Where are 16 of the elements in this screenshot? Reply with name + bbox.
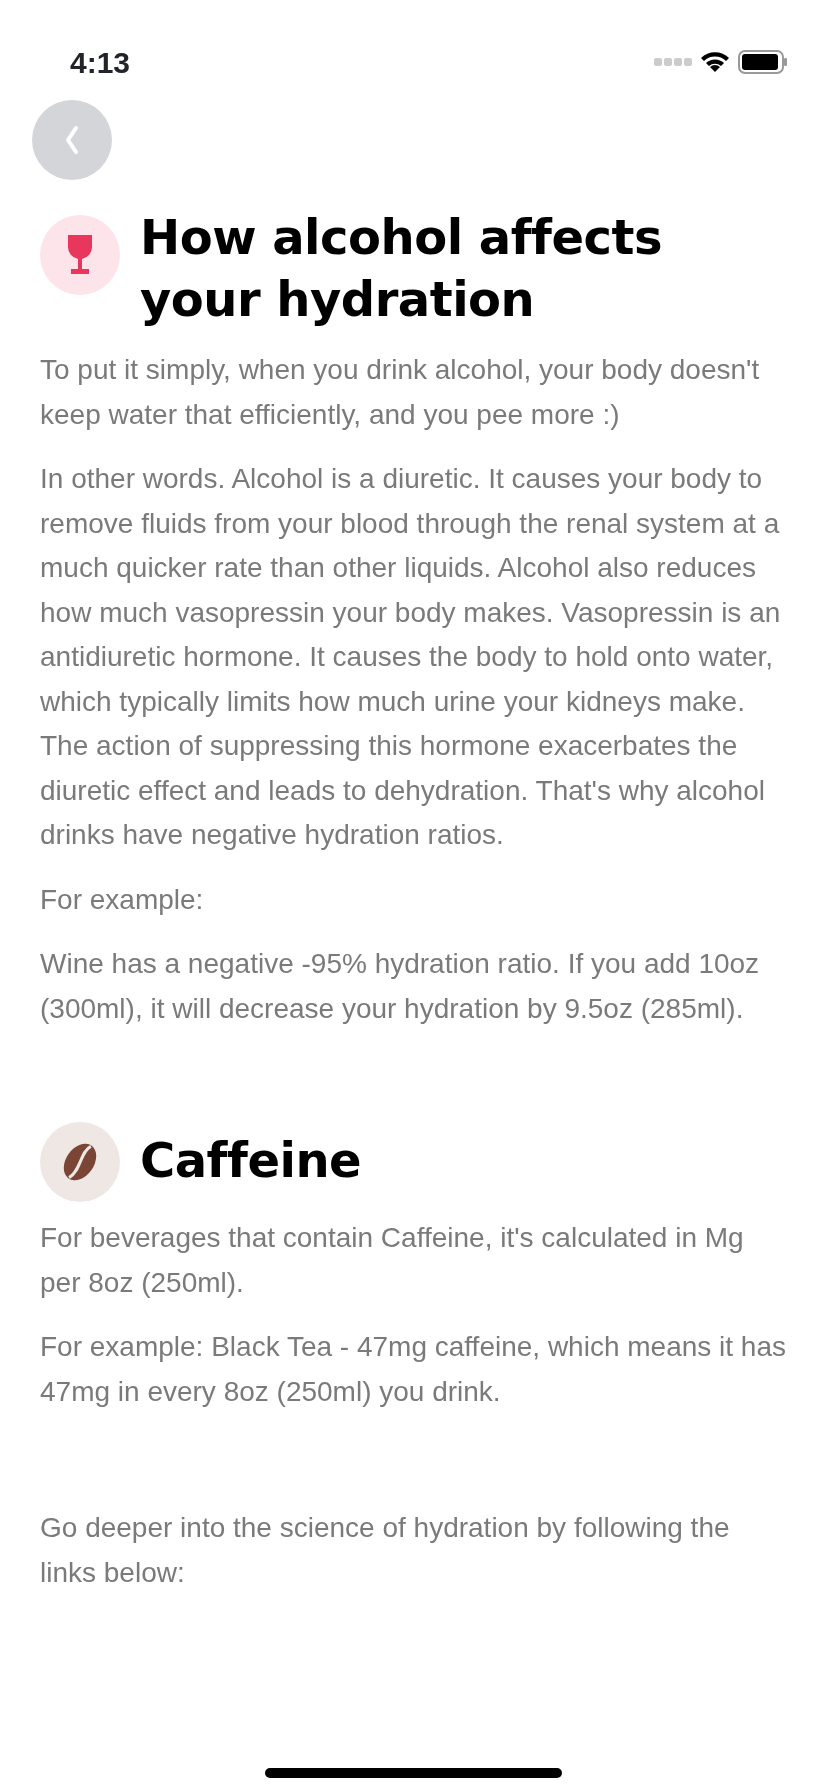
status-time: 4:13	[70, 44, 131, 81]
body-paragraph: For example: Black Tea - 47mg caffeine, which means it has 47mg in every 8oz (250ml) you drink.	[40, 1330, 787, 1409]
section-title: How alcohol affects your hydration	[140, 208, 663, 329]
body-paragraph: To put it simply, when you drink alcohol, your body doesn't keep water that efficiently, and you pee more :)	[40, 353, 761, 432]
wifi-icon	[700, 51, 730, 73]
signal-icon	[654, 57, 692, 67]
section-title: Caffeine	[140, 1131, 362, 1190]
chevron-left-icon	[64, 125, 80, 155]
wine-glass-icon	[66, 233, 94, 277]
body-paragraph: For beverages that contain Caffeine, it's calculated in Mg per 8oz (250ml).	[40, 1221, 745, 1300]
body-paragraph: Wine has a negative -95% hydration ratio. If you add 10oz (300ml), it will decrease your hydration by 9.5oz (285ml).	[40, 947, 761, 1026]
coffee-bean-icon	[61, 1141, 99, 1183]
body-paragraph: For example:	[40, 882, 205, 917]
body-paragraph: Go deeper into the science of hydration by following the links below:	[40, 1511, 731, 1590]
battery-icon	[738, 50, 788, 74]
body-paragraph: In other words. Alcohol is a diuretic. It causes your body to remove fluids from your blood through the renal system at a much quicker rate than other liquids. Alcohol also reduces how much vasopressin your body makes. Vasopressin is an antidiuretic hormone. It causes the body to hold onto water, which typically limits how much urine your kidneys make. The action of suppressing this hormone exacerbates the diuretic effect and leads to dehydration. That's why alcohol drinks have negative hydration ratios.	[40, 462, 782, 852]
